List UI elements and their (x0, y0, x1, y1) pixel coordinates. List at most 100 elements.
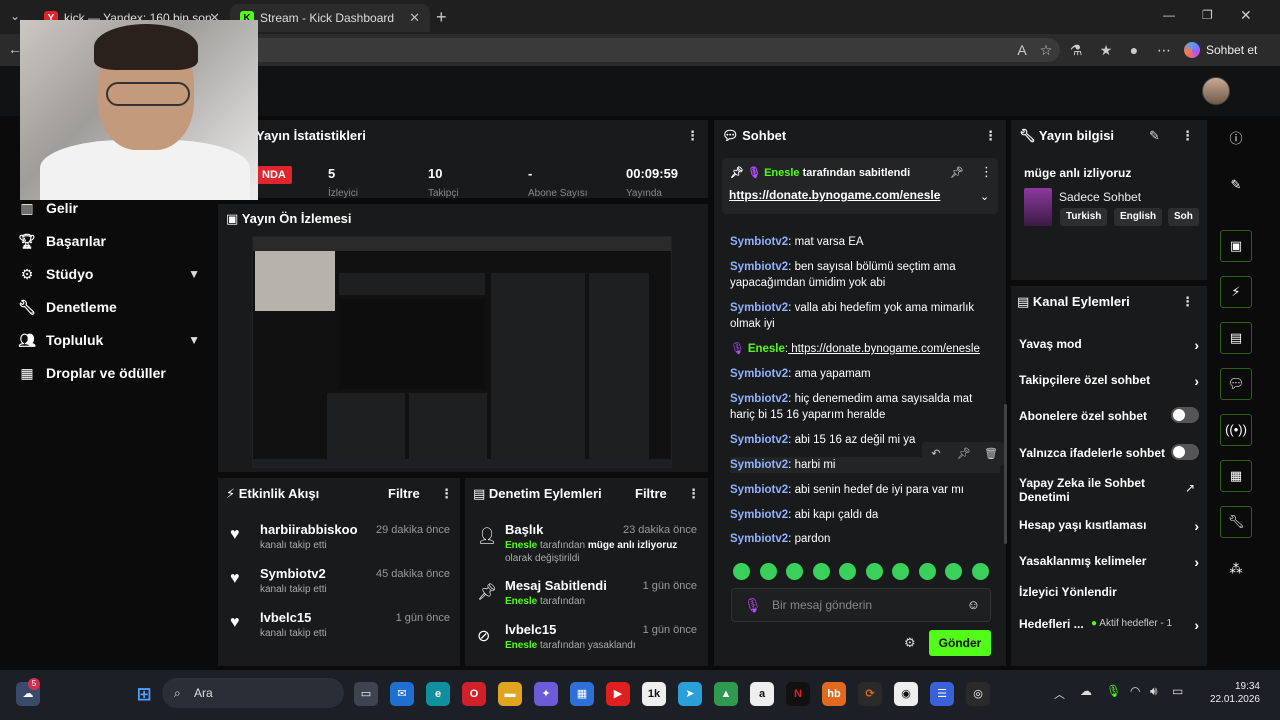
chat-scrollbar[interactable] (1004, 404, 1007, 544)
emote-icon[interactable] (866, 563, 883, 580)
emoji-icon[interactable]: ☺ (967, 589, 980, 621)
document-icon[interactable]: ▤ (1220, 322, 1252, 354)
obs-icon[interactable]: ◉ (894, 682, 918, 706)
more-icon[interactable]: ⋯ (1154, 40, 1174, 60)
more-options-icon[interactable]: ⋮ (1181, 294, 1194, 310)
sidebar-item-studyo[interactable]: ⚙ Stüdyo ▼ (18, 262, 208, 286)
minimize-icon[interactable]: — (1163, 8, 1175, 22)
telegram-icon[interactable]: ➤ (678, 682, 702, 706)
more-options-icon[interactable]: ⋮ (686, 128, 699, 144)
delete-icon[interactable]: 🗑︎ (981, 444, 1001, 464)
action-raid[interactable]: İzleyici Yönlendir (1019, 585, 1199, 599)
action-followers-only[interactable]: Takipçilere özel sohbet › (1019, 373, 1199, 389)
copilot-app-icon[interactable]: ✦ (534, 682, 558, 706)
broadcast-icon[interactable]: ((•)) (1220, 414, 1252, 446)
copilot-button[interactable]: Sohbet et (1184, 38, 1276, 62)
chat-input[interactable]: 🎙︎ Bir mesaj gönderin ☺ (731, 588, 991, 622)
emote-icon[interactable] (945, 563, 962, 580)
more-options-icon[interactable]: ⋮ (440, 486, 453, 502)
taskbar-search[interactable]: ⌕ Ara (162, 678, 344, 708)
window-close-icon[interactable]: ✕ (1240, 7, 1252, 24)
activity-filter-button[interactable]: Filtre (388, 486, 420, 501)
windows-start-icon[interactable]: ⊞ (132, 682, 156, 706)
category-name[interactable]: Sadece Sohbet (1059, 190, 1141, 204)
maximize-icon[interactable]: ❐ (1202, 8, 1213, 22)
volume-icon[interactable]: 🔊︎ (1150, 684, 1158, 699)
toggle-switch[interactable] (1171, 407, 1199, 423)
action-slow-mode[interactable]: Yavaş mod › (1019, 337, 1199, 353)
activity-user[interactable]: Symbiotv2 (260, 566, 326, 581)
new-tab-icon[interactable]: + (436, 7, 447, 28)
profile-icon[interactable]: ● (1124, 40, 1144, 60)
media-app-icon[interactable]: ⟳ (858, 682, 882, 706)
taskbar-clock[interactable]: 19:34 22.01.2026 (1196, 680, 1260, 706)
activity-user[interactable]: lvbelc15 (260, 610, 311, 625)
action-goals[interactable]: Hedefleri ... ● Aktif hedefler - 1 › (1019, 617, 1199, 633)
edit-icon[interactable]: ✎ (1220, 170, 1252, 202)
action-account-age[interactable]: Hesap yaşı kısıtlaması › (1019, 518, 1199, 534)
chat-bubble-icon[interactable]: 💬︎ (1220, 368, 1252, 400)
stream-preview-video[interactable] (252, 236, 672, 468)
unpin-icon[interactable]: 📌︎ (950, 166, 964, 179)
chrome-icon[interactable]: ◎ (966, 682, 990, 706)
read-aloud-icon[interactable]: A (1012, 40, 1032, 60)
preview-toggle-icon[interactable]: ▣ (1220, 230, 1252, 262)
more-options-icon[interactable]: ⋮ (984, 128, 997, 144)
sidebar-item-basarilar[interactable]: 🏆︎ Başarılar (18, 229, 208, 253)
tab-list-chevron-icon[interactable]: ⌄ (10, 9, 20, 23)
activity-user[interactable]: harbiirabbiskoo (260, 522, 358, 537)
close-tab-icon[interactable]: ✕ (409, 10, 420, 26)
task-view-icon[interactable]: ▭ (354, 682, 378, 706)
more-options-icon[interactable]: ⋮ (1181, 128, 1194, 144)
amazon-icon[interactable]: a (750, 682, 774, 706)
user-avatar[interactable] (1202, 77, 1230, 105)
outlook-icon[interactable]: ✉ (390, 682, 414, 706)
docs-icon[interactable]: ☰ (930, 682, 954, 706)
toggle-switch[interactable] (1171, 444, 1199, 460)
file-explorer-icon[interactable]: ▬ (498, 682, 522, 706)
onedrive-icon[interactable]: ☁ (1080, 684, 1092, 698)
layout-icon[interactable]: ▦ (1220, 460, 1252, 492)
pinned-link[interactable]: https://donate.bynogame.com/enesle (729, 188, 940, 202)
more-options-icon[interactable]: ⋮ (687, 486, 700, 502)
onek-app-icon[interactable]: 1k (642, 682, 666, 706)
extensions-icon[interactable]: ⚗ (1066, 40, 1086, 60)
sidebar-item-denetleme[interactable]: 🔧︎ Denetleme (18, 295, 208, 319)
emote-icon[interactable] (839, 563, 856, 580)
tray-chevron-icon[interactable]: ︿ (1054, 686, 1065, 702)
emote-icon[interactable] (813, 563, 830, 580)
drive-icon[interactable]: ▲ (714, 682, 738, 706)
pin-message-icon[interactable]: 📌︎ (954, 444, 974, 464)
emote-icon[interactable] (786, 563, 803, 580)
edit-icon[interactable]: ✎ (1149, 128, 1160, 144)
action-ai-moderation[interactable]: Yapay Zeka ile Sohbet Denetimi (1019, 476, 1169, 504)
external-link-icon[interactable]: ↗ (1185, 481, 1195, 495)
action-banned-words[interactable]: Yasaklanmış kelimeler › (1019, 554, 1199, 570)
emote-icon[interactable] (760, 563, 777, 580)
lightning-icon[interactable]: ⚡︎ (1220, 276, 1252, 308)
url-input[interactable]: m (240, 38, 1060, 62)
wrench-icon[interactable]: 🔧︎ (1220, 506, 1252, 538)
wifi-icon[interactable]: ◠ (1130, 684, 1140, 698)
netflix-icon[interactable]: N (786, 682, 810, 706)
sidebar-item-droplar[interactable]: ▦ Droplar ve ödüller (18, 361, 208, 385)
info-icon[interactable]: ⓘ (1220, 124, 1252, 156)
category-thumbnail[interactable] (1024, 188, 1052, 226)
favorite-star-icon[interactable]: ☆ (1036, 40, 1056, 60)
tab-kick-dashboard[interactable]: K Stream - Kick Dashboard ✕ (230, 4, 430, 32)
more-options-icon[interactable]: ⋮ (980, 164, 993, 180)
send-button[interactable]: Gönder (929, 630, 991, 656)
emote-icon[interactable] (892, 563, 909, 580)
edge-icon[interactable]: e (426, 682, 450, 706)
reply-icon[interactable]: ↶ (926, 444, 946, 464)
favorites-icon[interactable]: ★ (1096, 40, 1116, 60)
opera-icon[interactable]: O (462, 682, 486, 706)
action-emotes-only[interactable]: Yalnızca ifadelerle sohbet (1019, 444, 1199, 460)
sidebar-item-topluluk[interactable]: 👥︎ Topluluk ▼ (18, 328, 208, 352)
hb-app-icon[interactable]: hb (822, 682, 846, 706)
microphone-icon[interactable]: 🎙︎ (1106, 684, 1121, 698)
emote-icon[interactable] (733, 563, 750, 580)
youtube-icon[interactable]: ▶ (606, 682, 630, 706)
emote-icon[interactable] (919, 563, 936, 580)
action-subscribers-only[interactable]: Abonelere özel sohbet (1019, 407, 1199, 423)
